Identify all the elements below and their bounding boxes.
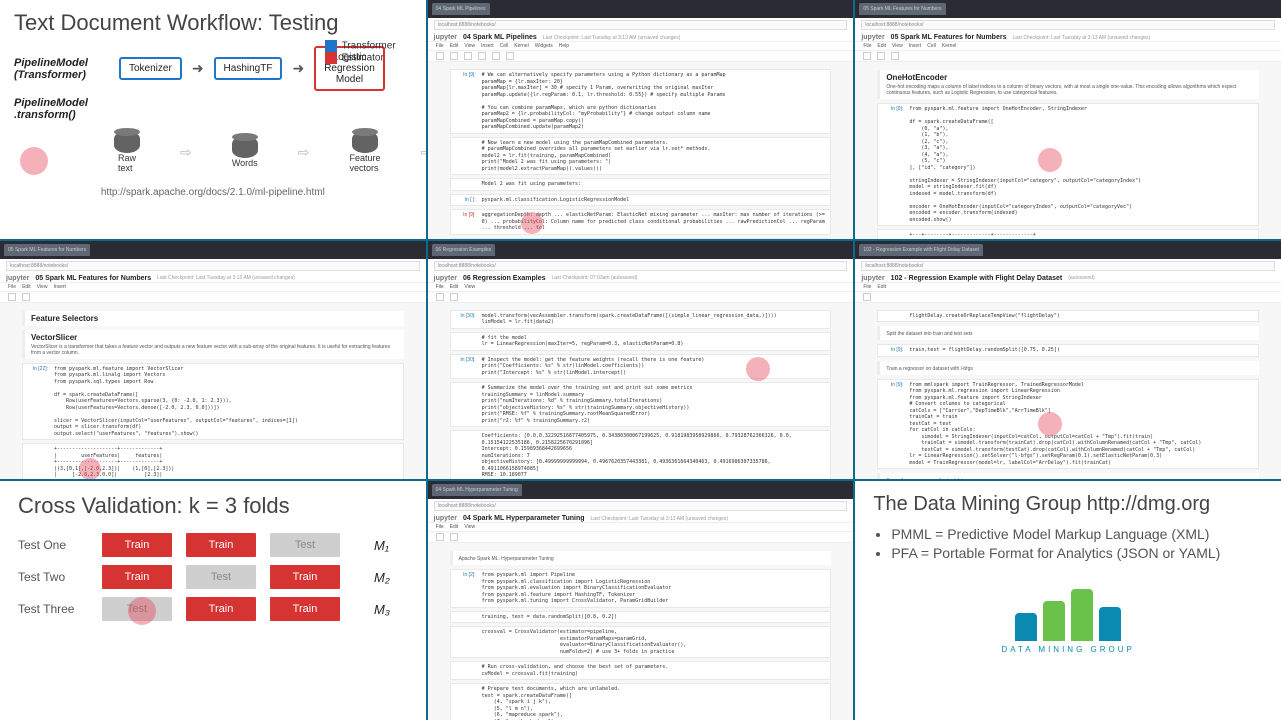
save-icon[interactable] [436, 52, 444, 60]
bar-icon [1043, 601, 1065, 641]
cut-icon[interactable] [464, 52, 472, 60]
dmg-slide: The Data Mining Group http://dmg.org PMM… [855, 481, 1281, 720]
arrow-right-icon: ➜ [292, 60, 304, 77]
run-icon[interactable] [450, 533, 458, 541]
dmg-bullets: PMML = Predictive Model Markup Language … [891, 526, 1263, 561]
notebook-hyperparameter-tuning: 04 Spark ML Hyperparameter Tuning localh… [428, 481, 854, 720]
square-icon [325, 52, 337, 64]
arrow-right-icon: ⇨ [421, 144, 426, 161]
cv-row: Test Three Test Train Train M₃ [18, 597, 408, 621]
cylinder-icon [114, 131, 140, 153]
slide-cursor-icon [20, 147, 48, 175]
cv-fold: Train [102, 565, 172, 589]
jupyter-logo-icon: jupyter [434, 34, 457, 41]
jupyter-menubar[interactable]: FileEditViewInsertCellKernelWidgetsHelp [428, 42, 854, 51]
dmg-title: The Data Mining Group http://dmg.org [873, 493, 1263, 516]
save-icon[interactable] [8, 293, 16, 301]
copy-icon[interactable] [478, 52, 486, 60]
browser-tab[interactable]: 04 Spark ML Pipelines [432, 3, 490, 15]
square-icon [325, 40, 337, 52]
address-bar[interactable]: localhost:8888/notebooks/ [434, 20, 848, 30]
save-icon[interactable] [863, 52, 871, 60]
jupyter-logo-icon: jupyter [861, 275, 884, 282]
bar-icon [1015, 613, 1037, 641]
cv-fold: Train [270, 565, 340, 589]
legend: Transformer Estimator [325, 40, 396, 64]
notebook-features-onehot: 05 Spark ML Features for Numbers localho… [855, 0, 1281, 239]
notebook-flight-delay: 102 - Regression Example with Flight Del… [855, 241, 1281, 480]
cv-row: Test One Train Train Test M₁ [18, 533, 408, 557]
notebook-feature-selectors: 05 Spark ML Features for Numbers localho… [0, 241, 426, 480]
notebook-ml-pipelines: 04 Spark ML Pipelines localhost:8888/not… [428, 0, 854, 239]
cv-row: Test Two Train Test Train M₂ [18, 565, 408, 589]
plus-icon[interactable] [877, 52, 885, 60]
bar-icon [1099, 607, 1121, 641]
cross-validation-slide: Cross Validation: k = 3 folds Test One T… [0, 481, 426, 720]
browser-tab-strip[interactable]: 04 Spark ML Pipelines [428, 0, 854, 18]
run-icon[interactable] [891, 52, 899, 60]
run-icon[interactable] [492, 52, 500, 60]
plus-icon[interactable] [22, 293, 30, 301]
run-icon[interactable] [450, 293, 458, 301]
cv-fold: Train [186, 533, 256, 557]
save-icon[interactable] [436, 533, 444, 541]
jupyter-logo-icon: jupyter [861, 34, 884, 41]
stop-icon[interactable] [506, 52, 514, 60]
cv-fold: Train [102, 533, 172, 557]
cylinders-row: Raw text ⇨ Words ⇨ Feature vectors ⇨ Pre… [114, 131, 412, 173]
workflow-slide: Text Document Workflow: Testing Transfor… [0, 0, 426, 239]
notebook-regression-examples: 06 Regression Examples localhost:8888/no… [428, 241, 854, 480]
tokenizer-box: Tokenizer [119, 57, 182, 80]
jupyter-logo-icon: jupyter [434, 275, 457, 282]
cv-fold: Test [186, 565, 256, 589]
workflow-url: http://spark.apache.org/docs/2.1.0/ml-pi… [14, 187, 412, 198]
jupyter-logo-icon: jupyter [434, 515, 457, 522]
dmg-caption: DATA MINING GROUP [873, 645, 1263, 654]
cylinder-icon [232, 136, 258, 158]
cv-fold: Test [270, 533, 340, 557]
notebook-body[interactable]: In [9]:# We can alternatively specify pa… [428, 62, 854, 239]
arrow-right-icon: ⇨ [298, 144, 310, 161]
save-icon[interactable] [863, 293, 871, 301]
jupyter-logo-icon: jupyter [6, 275, 29, 282]
cylinder-icon [352, 131, 378, 153]
hashingtf-box: HashingTF [214, 57, 283, 80]
notebook-title[interactable]: 04 Spark ML Pipelines [463, 34, 537, 41]
save-icon[interactable] [436, 293, 444, 301]
cv-fold: Train [186, 597, 256, 621]
arrow-right-icon: ⇨ [180, 144, 192, 161]
jupyter-toolbar[interactable] [428, 51, 854, 62]
bar-icon [1071, 589, 1093, 641]
cv-fold: Train [270, 597, 340, 621]
workflow-title: Text Document Workflow: Testing [14, 10, 412, 36]
plus-icon[interactable] [450, 52, 458, 60]
cv-title: Cross Validation: k = 3 folds [18, 493, 408, 519]
dmg-logo-icon [873, 589, 1263, 641]
arrow-right-icon: ➜ [192, 60, 204, 77]
cv-fold: Test [102, 597, 172, 621]
